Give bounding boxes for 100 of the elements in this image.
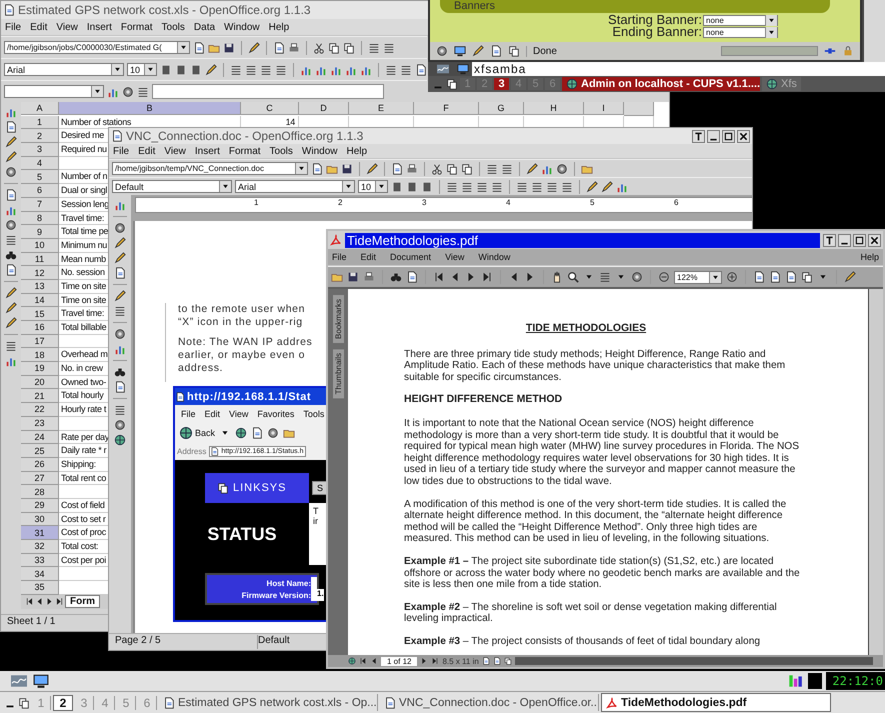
minimize-icon[interactable] bbox=[707, 130, 720, 142]
align-lines-icon[interactable] bbox=[245, 64, 257, 76]
row-header[interactable]: 19 bbox=[21, 362, 59, 376]
align-lines-icon[interactable] bbox=[476, 180, 488, 192]
menu-item[interactable]: File bbox=[181, 409, 196, 419]
caret-icon[interactable] bbox=[342, 181, 354, 192]
gear-icon[interactable] bbox=[114, 419, 126, 431]
pencil-icon[interactable] bbox=[5, 151, 17, 163]
copy-icon[interactable] bbox=[801, 271, 813, 283]
document-icon[interactable] bbox=[406, 271, 418, 283]
pencil-icon[interactable] bbox=[205, 64, 217, 76]
scissors-icon[interactable] bbox=[431, 162, 443, 174]
zoom-dropdown[interactable]: 122% bbox=[674, 270, 722, 284]
row-header[interactable]: 7 bbox=[21, 198, 59, 212]
menu-item[interactable]: View bbox=[164, 146, 186, 156]
command-field[interactable]: xfsamba bbox=[472, 62, 885, 76]
row-header[interactable]: 3 bbox=[21, 143, 59, 157]
size-dropdown[interactable]: 10 bbox=[358, 180, 388, 193]
copy-icon[interactable] bbox=[508, 45, 520, 57]
align-lines-icon[interactable] bbox=[486, 162, 498, 174]
caret-icon[interactable] bbox=[375, 181, 387, 192]
pencil-icon[interactable] bbox=[5, 287, 17, 299]
copy-icon[interactable] bbox=[328, 42, 340, 54]
hand-icon[interactable] bbox=[551, 271, 563, 283]
align-lines-icon[interactable] bbox=[114, 305, 126, 317]
document-icon[interactable] bbox=[251, 427, 264, 439]
row-header[interactable]: 8 bbox=[21, 212, 59, 226]
copy-icon[interactable] bbox=[446, 78, 458, 90]
menu-item[interactable]: Help bbox=[860, 252, 879, 262]
gear-icon[interactable] bbox=[556, 162, 568, 174]
wave-logo-icon[interactable] bbox=[10, 673, 28, 689]
document-icon[interactable] bbox=[273, 42, 285, 54]
column-header[interactable]: G bbox=[479, 102, 524, 115]
menu-item[interactable]: Tools bbox=[270, 146, 293, 156]
caret-icon[interactable] bbox=[709, 272, 721, 282]
arrow-left-icon[interactable] bbox=[370, 657, 378, 665]
menu-item[interactable]: Tools bbox=[303, 409, 324, 419]
document-icon[interactable] bbox=[391, 162, 403, 174]
pin-icon[interactable] bbox=[692, 130, 705, 142]
row-header[interactable]: 29 bbox=[21, 498, 59, 513]
menu-item[interactable]: View bbox=[56, 22, 78, 32]
pencil-icon[interactable] bbox=[366, 162, 378, 174]
path-dropdown[interactable]: /home/jgibson/jobs/C0000030/Estimated G( bbox=[4, 41, 190, 54]
row-header[interactable]: 32 bbox=[21, 540, 59, 554]
bold-format-icon[interactable] bbox=[175, 64, 187, 76]
column-header[interactable]: B bbox=[59, 102, 241, 115]
document-icon[interactable] bbox=[5, 121, 17, 133]
pencil-icon[interactable] bbox=[5, 317, 17, 329]
align-lines-icon[interactable] bbox=[491, 180, 503, 192]
caret-icon[interactable] bbox=[111, 64, 123, 75]
align-lines-icon[interactable] bbox=[275, 64, 287, 76]
row-header[interactable]: 4 bbox=[21, 156, 59, 170]
menu-item[interactable]: File bbox=[113, 146, 130, 156]
task-button[interactable]: Estimated GPS network cost.xls - Op... bbox=[159, 694, 378, 711]
pencil-icon[interactable] bbox=[5, 302, 17, 314]
page-number-field[interactable]: 1 of 12 bbox=[381, 656, 418, 666]
column-header[interactable]: H bbox=[524, 102, 584, 115]
menu-item[interactable]: Edit bbox=[204, 409, 220, 419]
row-header[interactable]: 21 bbox=[21, 389, 59, 404]
row-header[interactable]: 18 bbox=[21, 348, 59, 362]
gear-icon[interactable] bbox=[5, 219, 17, 231]
align-lines-icon[interactable] bbox=[114, 404, 126, 416]
row-header[interactable]: 9 bbox=[21, 225, 59, 239]
menu-item[interactable]: Insert bbox=[86, 22, 112, 32]
bold-format-icon[interactable] bbox=[406, 180, 418, 192]
align-lines-icon[interactable] bbox=[516, 180, 528, 192]
document-icon[interactable] bbox=[785, 271, 797, 283]
binoculars-icon[interactable] bbox=[5, 249, 17, 261]
row-header[interactable]: 1 bbox=[21, 116, 59, 130]
menu-item[interactable]: File bbox=[332, 252, 347, 262]
column-header[interactable]: E bbox=[349, 102, 414, 115]
align-lines-icon[interactable] bbox=[599, 271, 611, 283]
copy-icon[interactable] bbox=[446, 162, 458, 174]
printer-icon[interactable] bbox=[406, 162, 418, 174]
folder-icon[interactable] bbox=[283, 427, 296, 439]
column-header[interactable]: D bbox=[299, 102, 349, 115]
align-lines-icon[interactable] bbox=[446, 180, 458, 192]
arrow-right-icon[interactable] bbox=[420, 657, 428, 665]
maximize-icon[interactable] bbox=[722, 130, 735, 142]
row-header[interactable]: 25 bbox=[21, 444, 59, 458]
binoculars-icon[interactable] bbox=[114, 366, 126, 378]
workspace-button[interactable]: 2 bbox=[53, 694, 73, 710]
skip-first-icon[interactable] bbox=[359, 657, 367, 665]
skip-last-icon[interactable] bbox=[481, 271, 493, 283]
row-header[interactable]: 17 bbox=[21, 334, 59, 348]
align-lines-icon[interactable] bbox=[531, 180, 543, 192]
menu-item[interactable]: Edit bbox=[360, 252, 376, 262]
task-button[interactable]: VNC_Connection.doc - OpenOffice.or... bbox=[380, 694, 599, 711]
zoom-out-icon[interactable] bbox=[658, 271, 670, 283]
skip-last-icon[interactable] bbox=[431, 657, 440, 665]
monitor-icon[interactable] bbox=[454, 45, 466, 57]
gear-icon[interactable] bbox=[114, 328, 126, 340]
document-icon[interactable] bbox=[193, 42, 205, 54]
row-header[interactable]: 24 bbox=[21, 430, 59, 444]
document-icon[interactable] bbox=[114, 381, 126, 393]
document-icon[interactable] bbox=[482, 657, 490, 665]
document-icon[interactable] bbox=[5, 189, 17, 201]
align-lines-icon[interactable] bbox=[383, 42, 395, 54]
column-header[interactable]: I bbox=[584, 102, 624, 115]
style-dropdown[interactable]: Default bbox=[112, 180, 232, 193]
